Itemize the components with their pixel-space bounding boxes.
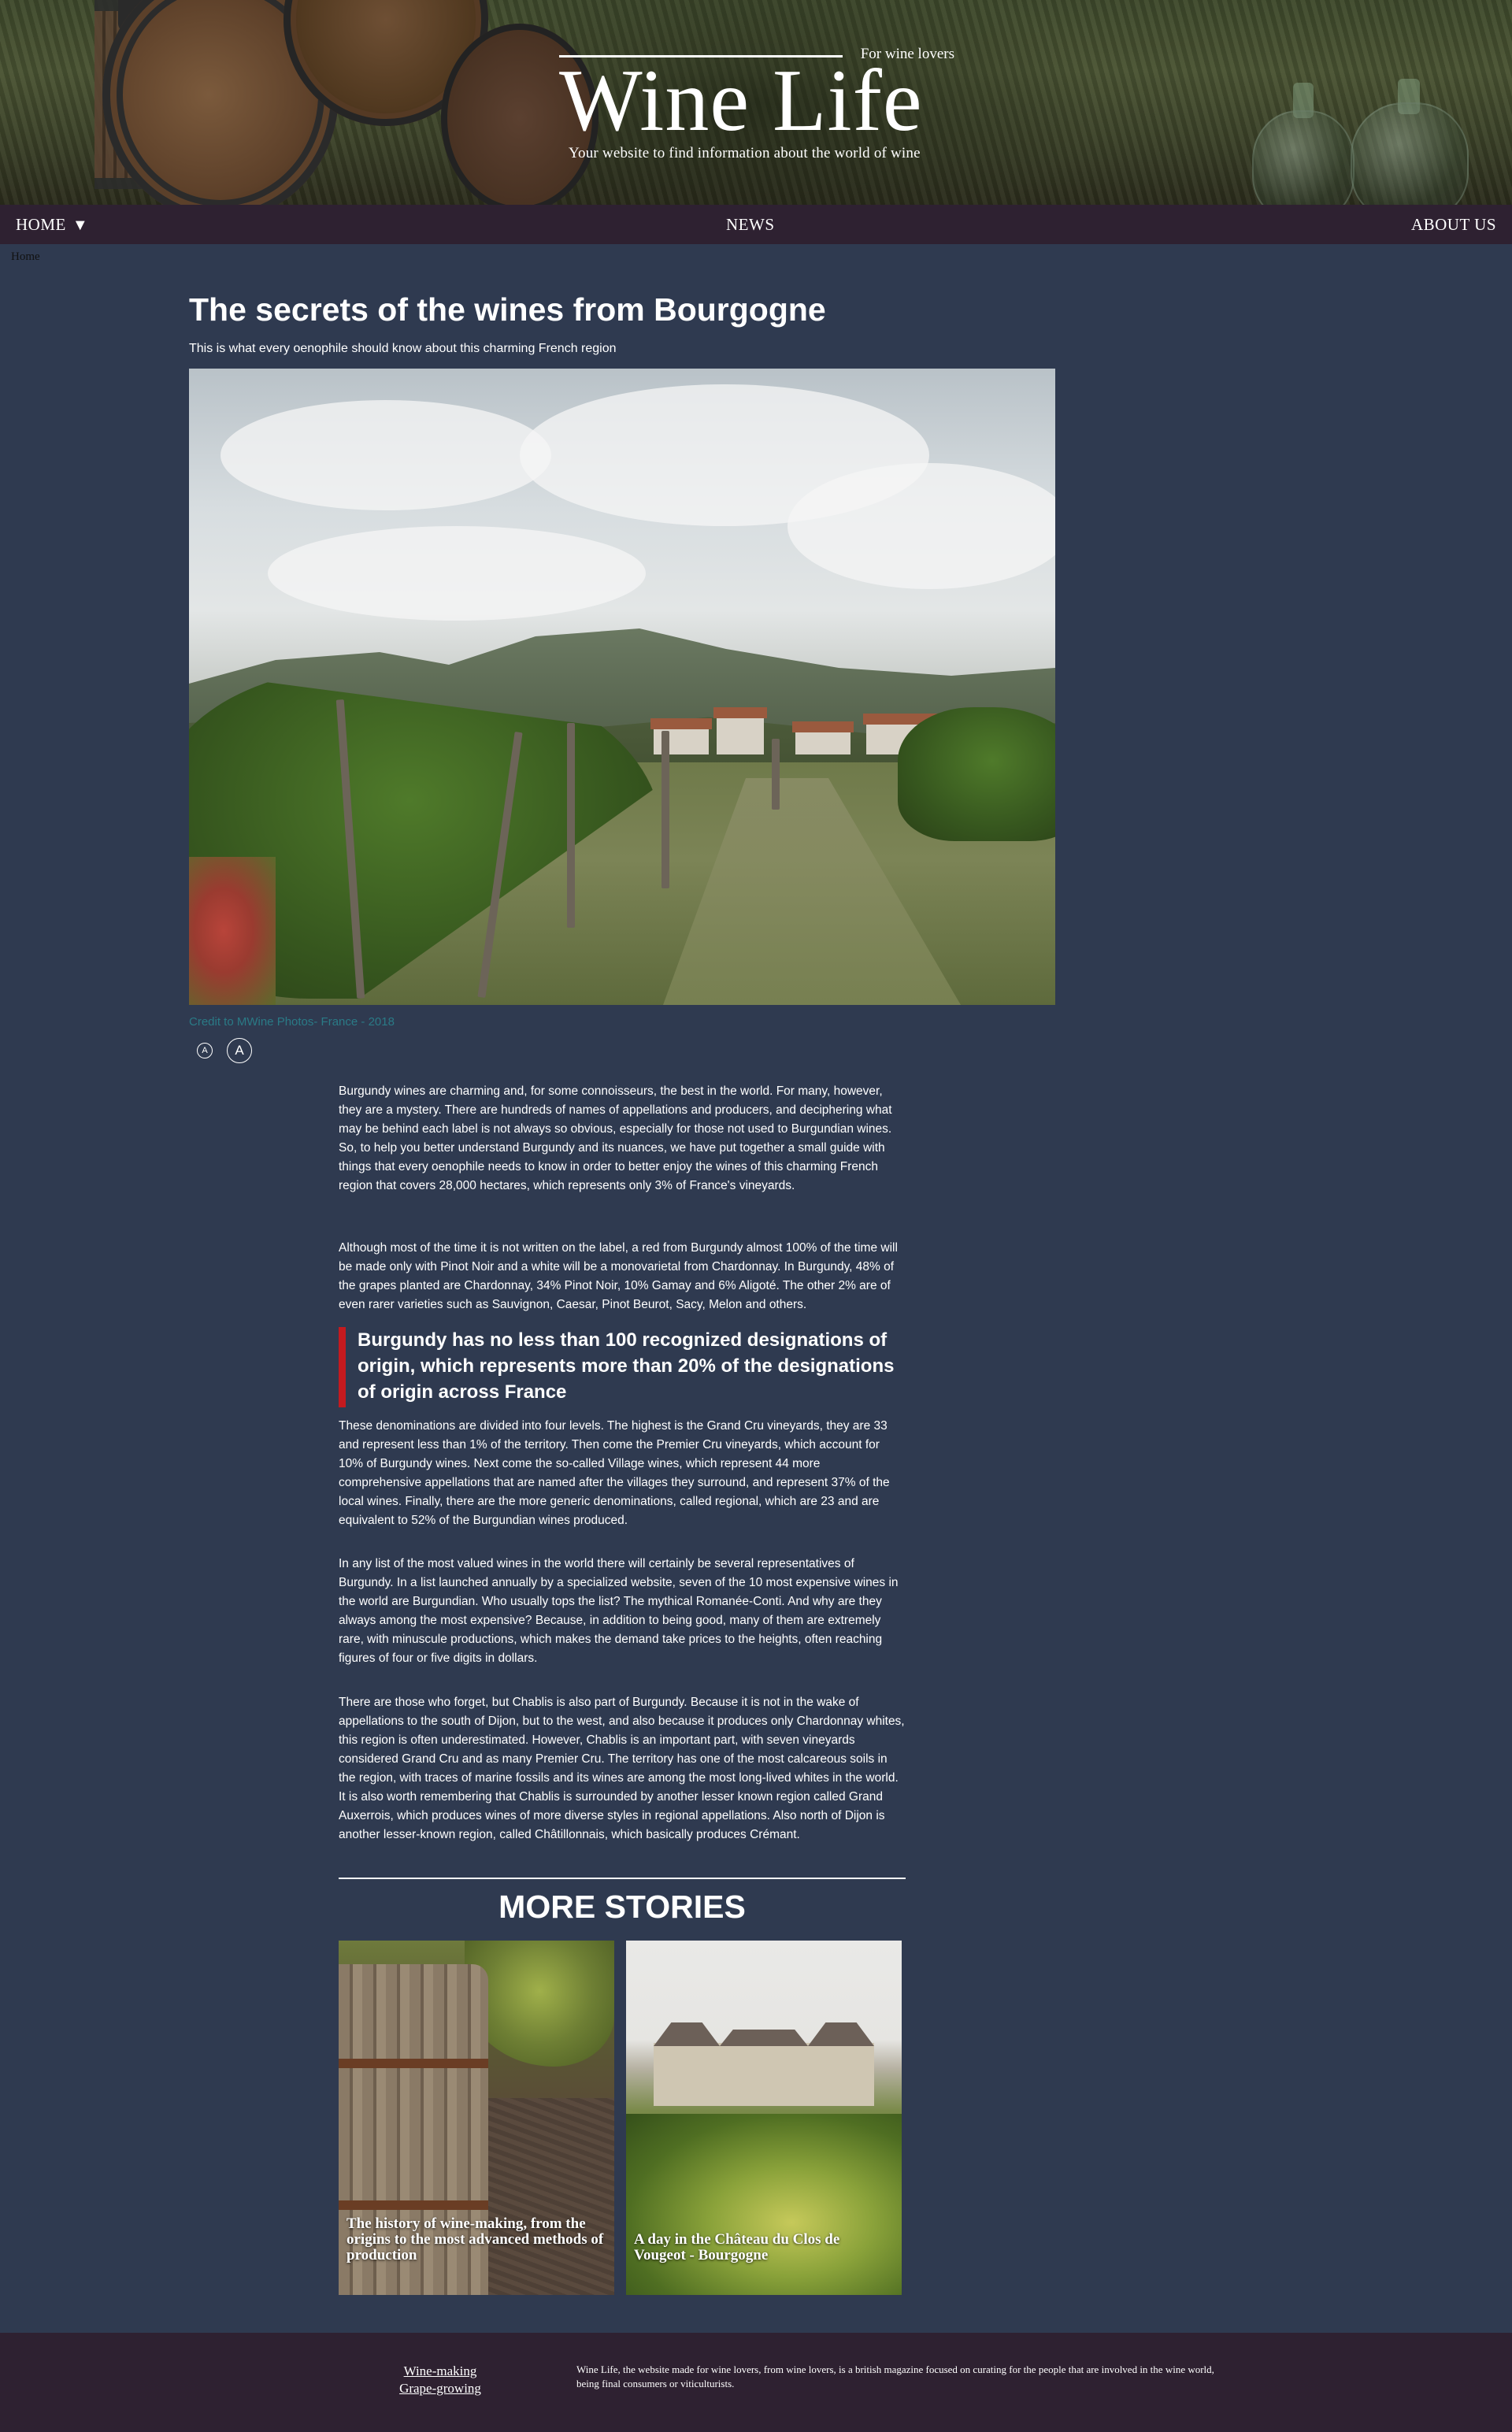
vine-post <box>567 723 575 928</box>
house-roof <box>713 707 767 718</box>
grape-leaves <box>626 2114 902 2295</box>
caret-down-icon: ▼ <box>72 217 89 234</box>
demijohn-image <box>1351 102 1469 205</box>
nav-about-us[interactable]: ABOUT US <box>1411 215 1496 235</box>
chateau-building <box>654 2022 874 2106</box>
hero-caption: Credit to MWine Photos- France - 2018 <box>189 1015 395 1029</box>
nav-news[interactable]: NEWS <box>726 215 775 235</box>
story-card-clos-de-vougeot[interactable]: A day in the Château du Clos de Vougeot … <box>626 1941 902 2295</box>
vine-row <box>898 707 1055 841</box>
cloud-shape <box>268 526 646 621</box>
article-paragraph: Burgundy wines are charming and, for som… <box>339 1084 892 1192</box>
demijohn-image <box>1252 110 1354 205</box>
autumn-leaves <box>189 857 276 1005</box>
footer-link-wine-making[interactable]: Wine-making <box>393 2363 487 2380</box>
article-paragraph: There are those who forget, but Chablis … <box>339 1696 905 1841</box>
section-divider <box>339 1878 906 1879</box>
main-nav: HOME ▼ NEWS ABOUT US <box>0 205 1512 244</box>
article-title: The secrets of the wines from Bourgogne <box>189 291 826 328</box>
nav-home-label: HOME <box>16 215 66 234</box>
footer-about-text: Wine Life, the website made for wine lov… <box>576 2363 1214 2389</box>
house-shape <box>792 721 854 754</box>
site-footer: Wine-making Grape-growing Wine Life, the… <box>0 2333 1512 2432</box>
font-decrease-button[interactable]: A <box>197 1043 213 1058</box>
hero-image <box>189 369 1055 1005</box>
story-card-winemaking[interactable]: The history of wine-making, from the ori… <box>339 1941 614 2295</box>
vine-post <box>772 739 780 810</box>
font-increase-button[interactable]: A <box>227 1038 252 1063</box>
house-roof <box>792 721 854 732</box>
breadcrumb[interactable]: Home <box>11 250 40 264</box>
site-title: Wine Life <box>559 52 923 150</box>
cloud-shape <box>220 400 551 510</box>
footer-links: Wine-making Grape-growing <box>393 2363 487 2397</box>
vat-hoop <box>339 2200 488 2210</box>
article-paragraph: Although most of the time it is not writ… <box>339 1241 898 1311</box>
pull-quote: Burgundy has no less than 100 recognized… <box>339 1327 906 1407</box>
story-title: A day in the Château du Clos de Vougeot … <box>634 2231 840 2263</box>
nav-home[interactable]: HOME ▼ <box>16 215 88 235</box>
article-subtitle: This is what every oenophile should know… <box>189 342 617 355</box>
vat-hoop <box>339 2059 488 2068</box>
chateau-roof <box>654 2022 874 2046</box>
vine-post <box>662 731 669 888</box>
header-banner: For wine lovers Wine Life Your website t… <box>0 0 1512 205</box>
article-paragraph: In any list of the most valued wines in … <box>339 1557 899 1665</box>
house-roof <box>650 718 712 729</box>
more-stories-heading: MORE STORIES <box>498 1889 746 1925</box>
footer-link-grape-growing[interactable]: Grape-growing <box>393 2380 487 2397</box>
cloud-shape <box>788 463 1055 589</box>
site-subtitle: Your website to find information about t… <box>569 145 921 161</box>
site-logo[interactable]: For wine lovers Wine Life Your website t… <box>559 46 954 169</box>
pull-quote-text: Burgundy has no less than 100 recognized… <box>358 1329 895 1403</box>
house-shape <box>713 707 767 754</box>
story-title: The history of wine-making, from the ori… <box>346 2215 604 2263</box>
article-paragraph: These denominations are divided into fou… <box>339 1419 890 1527</box>
